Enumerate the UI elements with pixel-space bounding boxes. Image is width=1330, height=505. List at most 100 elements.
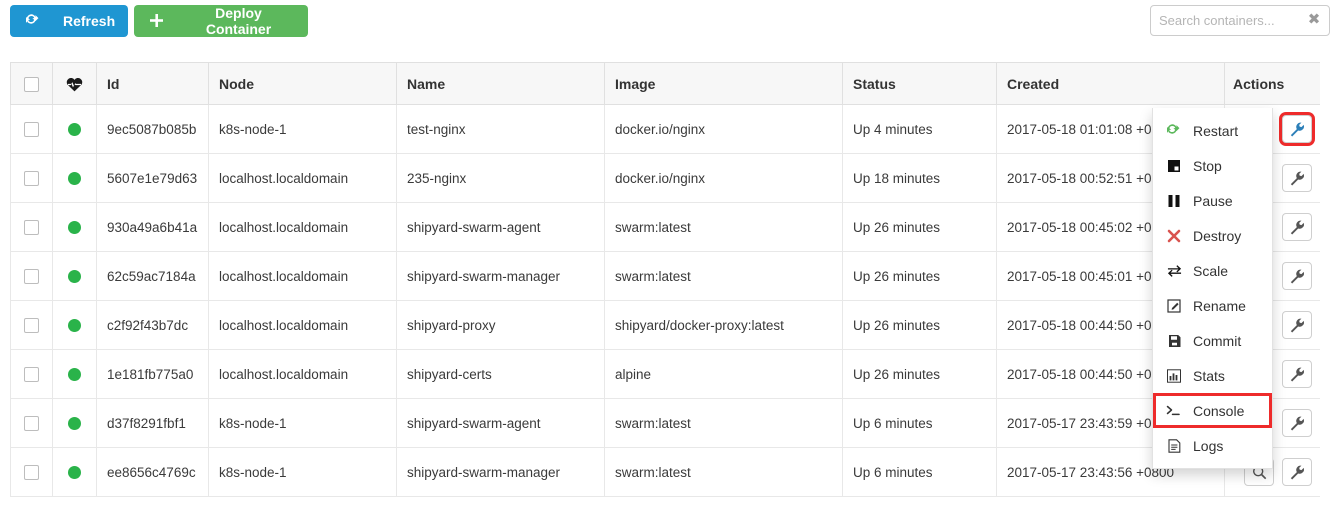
menu-item-logs[interactable]: Logs (1153, 428, 1272, 463)
cell-name: test-nginx (396, 104, 605, 154)
menu-item-commit[interactable]: Commit (1153, 323, 1272, 358)
row-checkbox[interactable] (24, 317, 39, 333)
row-actions-wrench-button[interactable] (1282, 311, 1312, 339)
containers-table: Id Node Name Image Status Created Action… (10, 62, 1320, 497)
header-health[interactable] (52, 62, 97, 105)
row-checkbox[interactable] (24, 366, 39, 382)
menu-item-label: Logs (1193, 437, 1224, 454)
menu-item-console[interactable]: Console (1153, 393, 1272, 428)
row-checkbox[interactable] (24, 415, 39, 431)
refresh-label: Refresh (63, 13, 116, 29)
row-health-cell (52, 104, 97, 154)
table-row[interactable]: 5607e1e79d63 localhost.localdomain 235-ngi… (10, 153, 1320, 203)
cell-status: Up 6 minutes (842, 398, 997, 448)
row-health-cell (52, 300, 97, 350)
row-health-cell (52, 202, 97, 252)
row-actions-wrench-button[interactable] (1282, 409, 1312, 437)
rename-icon (1161, 298, 1187, 313)
row-select-cell[interactable] (10, 349, 53, 399)
row-actions-wrench-button[interactable] (1282, 115, 1312, 143)
table-row[interactable]: 9ec5087b085b k8s-node-1 test-nginx docker.i… (10, 104, 1320, 154)
header-image[interactable]: Image (604, 62, 843, 105)
table-head: Id Node Name Image Status Created Action… (10, 62, 1320, 105)
row-select-cell[interactable] (10, 398, 53, 448)
row-select-cell[interactable] (10, 202, 53, 252)
menu-item-stats[interactable]: Stats (1153, 358, 1272, 393)
cell-name: shipyard-swarm-manager (396, 447, 605, 497)
scale-icon (1161, 264, 1187, 278)
menu-item-pause[interactable]: Pause (1153, 183, 1272, 218)
row-actions-wrench-button[interactable] (1282, 360, 1312, 388)
cell-status: Up 26 minutes (842, 349, 997, 399)
row-health-cell (52, 153, 97, 203)
menu-item-label: Restart (1193, 122, 1239, 139)
cell-name: shipyard-swarm-agent (396, 202, 605, 252)
cell-id[interactable]: 1e181fb775a0 (96, 349, 209, 399)
cell-node: k8s-node-1 (208, 398, 397, 448)
select-all-checkbox[interactable] (24, 76, 39, 92)
row-select-cell[interactable] (10, 300, 53, 350)
cell-id[interactable]: ee8656c4769c (96, 447, 209, 497)
cell-name: 235-nginx (396, 153, 605, 203)
cell-id[interactable]: 5607e1e79d63 (96, 153, 209, 203)
cell-id[interactable]: 9ec5087b085b (96, 104, 209, 154)
table-row[interactable]: 930a49a6b41a localhost.localdomain shipyar… (10, 202, 1320, 252)
toolbar: Refresh Deploy Container ✖ (0, 0, 1330, 62)
header-status[interactable]: Status (842, 62, 997, 105)
row-checkbox[interactable] (24, 121, 39, 137)
row-select-cell[interactable] (10, 104, 53, 154)
cell-image: alpine (604, 349, 843, 399)
clear-search-icon[interactable]: ✖ (1305, 10, 1323, 30)
cell-id[interactable]: c2f92f43b7dc (96, 300, 209, 350)
search-input[interactable] (1151, 6, 1301, 35)
cell-node: localhost.localdomain (208, 202, 397, 252)
header-created[interactable]: Created (996, 62, 1225, 105)
cell-status: Up 18 minutes (842, 153, 997, 203)
row-actions-wrench-button[interactable] (1282, 213, 1312, 241)
row-select-cell[interactable] (10, 251, 53, 301)
header-id[interactable]: Id (96, 62, 209, 105)
header-node[interactable]: Node (208, 62, 397, 105)
cell-node: k8s-node-1 (208, 447, 397, 497)
health-status-dot (68, 270, 81, 284)
table-row[interactable]: 1e181fb775a0 localhost.localdomain shipyar… (10, 349, 1320, 399)
header-select-all[interactable] (10, 62, 53, 105)
row-health-cell (52, 349, 97, 399)
cell-id[interactable]: 62c59ac7184a (96, 251, 209, 301)
row-actions-wrench-button[interactable] (1282, 164, 1312, 192)
row-actions-wrench-button[interactable] (1282, 262, 1312, 290)
containers-table-wrap: Id Node Name Image Status Created Action… (10, 62, 1320, 505)
row-health-cell (52, 398, 97, 448)
table-body: 9ec5087b085b k8s-node-1 test-nginx docker.i… (10, 104, 1320, 497)
menu-item-stop[interactable]: Stop (1153, 148, 1272, 183)
cell-node: localhost.localdomain (208, 300, 397, 350)
refresh-button[interactable]: Refresh (10, 5, 128, 37)
cell-node: k8s-node-1 (208, 104, 397, 154)
row-select-cell[interactable] (10, 447, 53, 497)
menu-item-rename[interactable]: Rename (1153, 288, 1272, 323)
pause-icon (1161, 194, 1187, 208)
row-actions-wrench-button[interactable] (1282, 458, 1312, 486)
container-actions-menu[interactable]: Restart Stop Pause Destroy Scale Rename Commit… (1152, 108, 1273, 469)
menu-item-label: Destroy (1193, 227, 1242, 244)
row-checkbox[interactable] (24, 268, 39, 284)
menu-item-restart[interactable]: Restart (1153, 113, 1272, 148)
menu-item-destroy[interactable]: Destroy (1153, 218, 1272, 253)
table-row[interactable]: 62c59ac7184a localhost.localdomain shipyar… (10, 251, 1320, 301)
cell-id[interactable]: d37f8291fbf1 (96, 398, 209, 448)
table-row[interactable]: d37f8291fbf1 k8s-node-1 shipyard-swarm-age… (10, 398, 1320, 448)
table-row[interactable]: c2f92f43b7dc localhost.localdomain shipyar… (10, 300, 1320, 350)
row-checkbox[interactable] (24, 464, 39, 480)
restart-icon (1161, 123, 1187, 138)
header-name[interactable]: Name (396, 62, 605, 105)
cell-image: swarm:latest (604, 398, 843, 448)
row-checkbox[interactable] (24, 219, 39, 235)
cell-node: localhost.localdomain (208, 153, 397, 203)
menu-item-scale[interactable]: Scale (1153, 253, 1272, 288)
cell-id[interactable]: 930a49a6b41a (96, 202, 209, 252)
row-select-cell[interactable] (10, 153, 53, 203)
row-checkbox[interactable] (24, 170, 39, 186)
table-row[interactable]: ee8656c4769c k8s-node-1 shipyard-swarm-man… (10, 447, 1320, 497)
menu-item-label: Rename (1193, 297, 1246, 314)
deploy-container-button[interactable]: Deploy Container (134, 5, 308, 37)
